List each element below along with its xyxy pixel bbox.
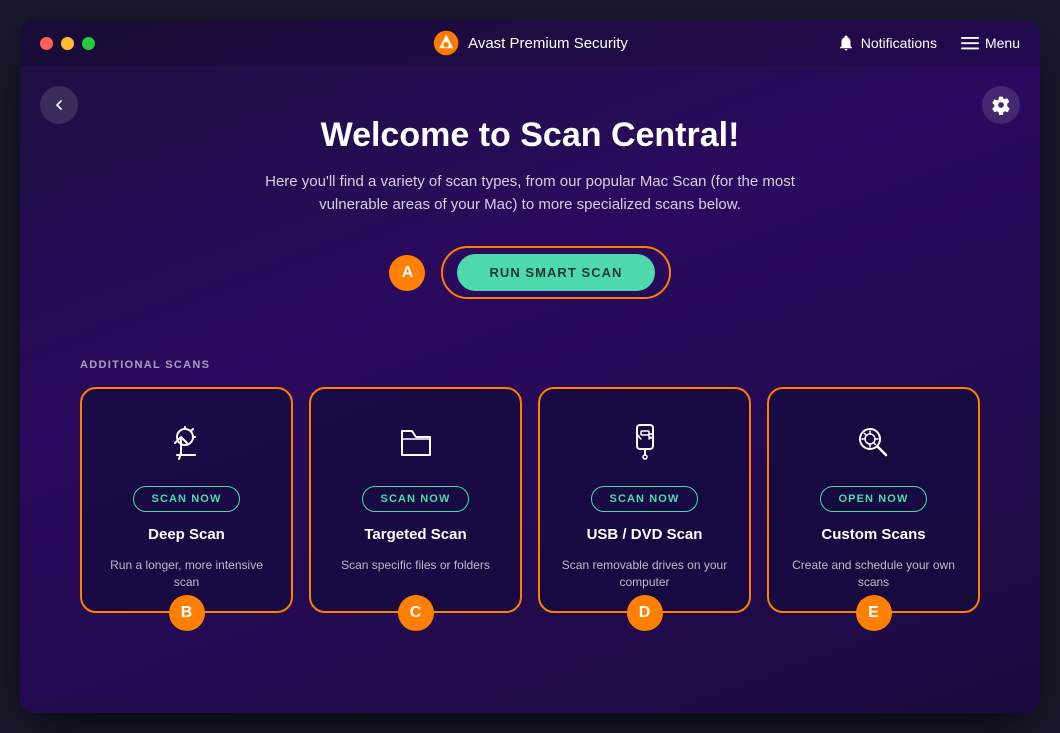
badge-e: E (856, 595, 892, 631)
titlebar: Avast Premium Security Notifications Men… (20, 20, 1040, 66)
notifications-label: Notifications (861, 35, 937, 51)
traffic-lights (40, 37, 95, 50)
usb-dvd-scan-title: USB / DVD Scan (587, 526, 703, 543)
smart-scan-oval: RUN SMART SCAN (441, 246, 670, 299)
usb-dvd-scan-desc: Scan removable drives on your computer (556, 557, 733, 591)
hero-subtitle: Here you'll find a variety of scan types… (250, 171, 810, 216)
close-button[interactable] (40, 37, 53, 50)
settings-icon (991, 95, 1011, 115)
custom-scans-desc: Create and schedule your own scans (785, 557, 962, 591)
usb-dvd-scan-icon (621, 417, 669, 472)
main-content: Welcome to Scan Central! Here you'll fin… (20, 66, 1040, 653)
custom-scans-card[interactable]: OPEN NOW Custom Scans Create and schedul… (767, 387, 980, 613)
app-branding: Avast Premium Security (432, 29, 628, 57)
targeted-scan-card[interactable]: SCAN NOW Targeted Scan Scan specific fil… (309, 387, 522, 613)
run-smart-scan-button[interactable]: RUN SMART SCAN (457, 254, 654, 291)
deep-scan-card[interactable]: SCAN NOW Deep Scan Run a longer, more in… (80, 387, 293, 613)
targeted-scan-icon (392, 417, 440, 472)
notifications-button[interactable]: Notifications (837, 34, 937, 52)
settings-button[interactable] (982, 86, 1020, 124)
deep-scan-button[interactable]: SCAN NOW (133, 486, 241, 512)
avast-logo-icon (432, 29, 460, 57)
badge-b: B (169, 595, 205, 631)
app-window: Avast Premium Security Notifications Men… (20, 20, 1040, 713)
deep-scan-icon (163, 417, 211, 472)
custom-scans-icon (850, 417, 898, 472)
back-button[interactable] (40, 86, 78, 124)
additional-scans-label: ADDITIONAL SCANS (80, 359, 980, 371)
targeted-scan-desc: Scan specific files or folders (341, 557, 490, 574)
smart-scan-area: A RUN SMART SCAN (80, 246, 980, 299)
deep-scan-title: Deep Scan (148, 526, 225, 543)
badge-d: D (627, 595, 663, 631)
badge-a: A (389, 255, 425, 291)
custom-scans-button[interactable]: OPEN NOW (820, 486, 928, 512)
badge-c: C (398, 595, 434, 631)
scan-cards-grid: SCAN NOW Deep Scan Run a longer, more in… (80, 387, 980, 613)
custom-scans-title: Custom Scans (821, 526, 925, 543)
app-title: Avast Premium Security (468, 35, 628, 52)
minimize-button[interactable] (61, 37, 74, 50)
titlebar-actions: Notifications Menu (837, 34, 1020, 52)
targeted-scan-button[interactable]: SCAN NOW (362, 486, 470, 512)
deep-scan-desc: Run a longer, more intensive scan (98, 557, 275, 591)
menu-label: Menu (985, 35, 1020, 51)
back-arrow-icon (51, 97, 67, 113)
menu-button[interactable]: Menu (961, 34, 1020, 52)
maximize-button[interactable] (82, 37, 95, 50)
hero-section: Welcome to Scan Central! Here you'll fin… (80, 86, 980, 359)
page-title: Welcome to Scan Central! (80, 116, 980, 155)
usb-dvd-scan-button[interactable]: SCAN NOW (591, 486, 699, 512)
bell-icon (837, 34, 855, 52)
targeted-scan-title: Targeted Scan (364, 526, 466, 543)
menu-icon (961, 34, 979, 52)
usb-dvd-scan-card[interactable]: SCAN NOW USB / DVD Scan Scan removable d… (538, 387, 751, 613)
